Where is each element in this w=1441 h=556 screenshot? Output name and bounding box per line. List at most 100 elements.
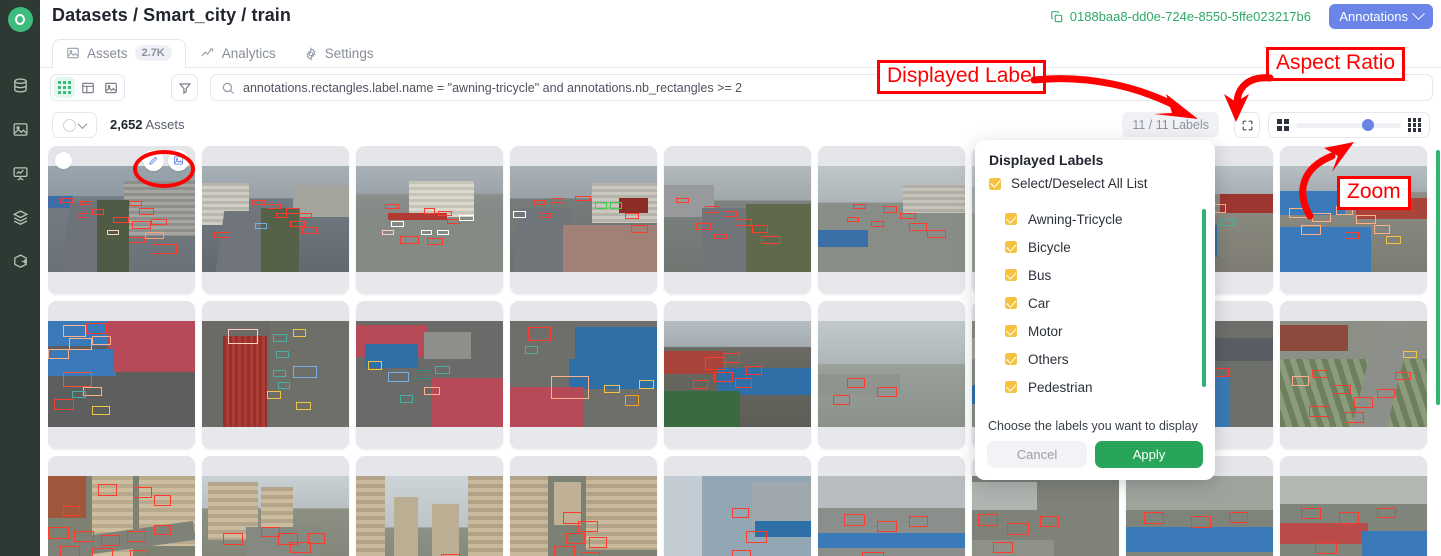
tab-analytics[interactable]: Analytics [186,40,290,68]
checkbox-checked-icon[interactable] [989,177,1001,190]
labels-button[interactable]: 11 / 11 Labels [1122,112,1219,137]
sidebar-item-layers[interactable] [5,202,35,232]
asset-card[interactable] [356,456,503,556]
asset-thumbnail [1126,476,1273,556]
search-input[interactable] [243,80,1422,95]
card-action-buttons [143,150,189,171]
copy-icon[interactable] [1050,10,1064,24]
asset-card[interactable] [356,301,503,449]
asset-card[interactable] [1280,456,1427,556]
asset-thumbnail [818,321,965,427]
checkbox-checked-icon[interactable] [1005,325,1017,337]
edit-asset-button[interactable] [143,150,164,171]
displayed-labels-dropdown[interactable]: Displayed Labels Select/Deselect All Lis… [975,140,1215,480]
label-option-motor[interactable]: Motor [1005,317,1215,345]
checkbox-checked-icon[interactable] [1005,381,1017,393]
asset-card[interactable] [48,456,195,556]
page-header: Datasets / Smart_city / train 0188baa8-d… [40,0,1441,38]
asset-card[interactable] [818,301,965,449]
image-icon [12,122,28,136]
app-logo[interactable] [7,7,33,32]
tab-settings-label: Settings [324,46,374,61]
sidebar-item-export[interactable] [5,246,35,276]
labels-list[interactable]: Awning-Tricycle Bicycle Bus Car Motor Ot… [975,197,1215,413]
table-view-button[interactable] [77,77,98,98]
checkbox-checked-icon[interactable] [1005,297,1017,309]
asset-card[interactable] [202,301,349,449]
tab-assets[interactable]: Assets 2.7K [52,39,186,68]
asset-card[interactable] [48,146,195,294]
asset-card[interactable] [664,146,811,294]
asset-thumbnail [664,476,811,556]
asset-card[interactable] [818,146,965,294]
annotations-button-label: Annotations [1339,9,1408,24]
label-option-bicycle[interactable]: Bicycle [1005,233,1215,261]
label-option-text: Others [1028,351,1069,367]
fullscreen-icon [1242,120,1252,130]
select-all-dropdown[interactable] [52,112,97,138]
labels-list-scrollbar[interactable] [1202,209,1206,387]
label-option-others[interactable]: Others [1005,345,1215,373]
select-all-labels-row[interactable]: Select/Deselect All List [975,176,1215,197]
asset-thumbnail [818,166,965,272]
asset-card[interactable] [818,456,965,556]
zoom-knob[interactable] [1361,119,1374,131]
asset-row [48,301,1433,449]
asset-card[interactable] [356,146,503,294]
asset-card[interactable] [510,301,657,449]
asset-count: 2,652 Assets [110,117,184,132]
checkbox-checked-icon[interactable] [1005,213,1017,225]
view-image-button[interactable] [168,150,189,171]
asset-card[interactable] [510,146,657,294]
breadcrumb[interactable]: Datasets / Smart_city / train [52,5,291,26]
label-option-bus[interactable]: Bus [1005,261,1215,289]
label-option-pedestrian[interactable]: Pedestrian [1005,373,1215,401]
asset-card[interactable] [664,456,811,556]
search-box[interactable] [210,74,1433,101]
sidebar-item-analytics[interactable] [5,158,35,188]
grid-scrollbar[interactable] [1436,150,1440,550]
zoom-track[interactable] [1295,119,1401,131]
sidebar-item-datasets[interactable] [5,70,35,100]
fullscreen-button[interactable] [1234,112,1260,138]
asset-thumbnail [510,321,657,427]
grid-2x2-icon[interactable] [1277,119,1289,131]
asset-thumbnail [510,166,657,272]
annotations-button[interactable]: Annotations [1329,4,1433,29]
asset-grid[interactable] [48,146,1433,556]
app-root: Datasets / Smart_city / train 0188baa8-d… [0,0,1441,556]
asset-thumbnail [1280,166,1427,272]
asset-card[interactable] [1280,301,1427,449]
apply-button[interactable]: Apply [1095,441,1203,468]
checkbox-checked-icon[interactable] [1005,269,1017,281]
filter-button[interactable] [171,74,198,101]
asset-checkbox[interactable] [55,152,72,169]
label-option-car[interactable]: Car [1005,289,1215,317]
table-icon [81,82,94,93]
main-region: Datasets / Smart_city / train 0188baa8-d… [40,0,1441,556]
checkbox-checked-icon[interactable] [1005,353,1017,365]
asset-card[interactable] [48,301,195,449]
zoom-slider[interactable] [1268,112,1430,138]
asset-card[interactable] [1280,146,1427,294]
asset-card[interactable] [202,456,349,556]
label-option-awning-tricycle[interactable]: Awning-Tricycle [1005,205,1215,233]
database-icon [13,77,27,93]
asset-card[interactable] [202,146,349,294]
image-view-button[interactable] [100,77,121,98]
grid-view-button[interactable] [54,77,75,98]
image-icon [173,156,184,165]
asset-count-label: Assets [145,117,185,132]
asset-card[interactable] [510,456,657,556]
asset-thumbnail [48,166,195,272]
cancel-button[interactable]: Cancel [987,441,1087,468]
grid-scrollbar-thumb[interactable] [1436,150,1440,405]
asset-card[interactable] [664,301,811,449]
image-icon [67,47,79,59]
dataset-id[interactable]: 0188baa8-dd0e-724e-8550-5ffe023217b6 [1050,9,1311,24]
grid-3x3-icon[interactable] [1407,118,1421,132]
tab-settings[interactable]: Settings [290,40,388,68]
checkbox-checked-icon[interactable] [1005,241,1017,253]
grid-dots-icon [57,80,72,95]
sidebar-item-assets[interactable] [5,114,35,144]
